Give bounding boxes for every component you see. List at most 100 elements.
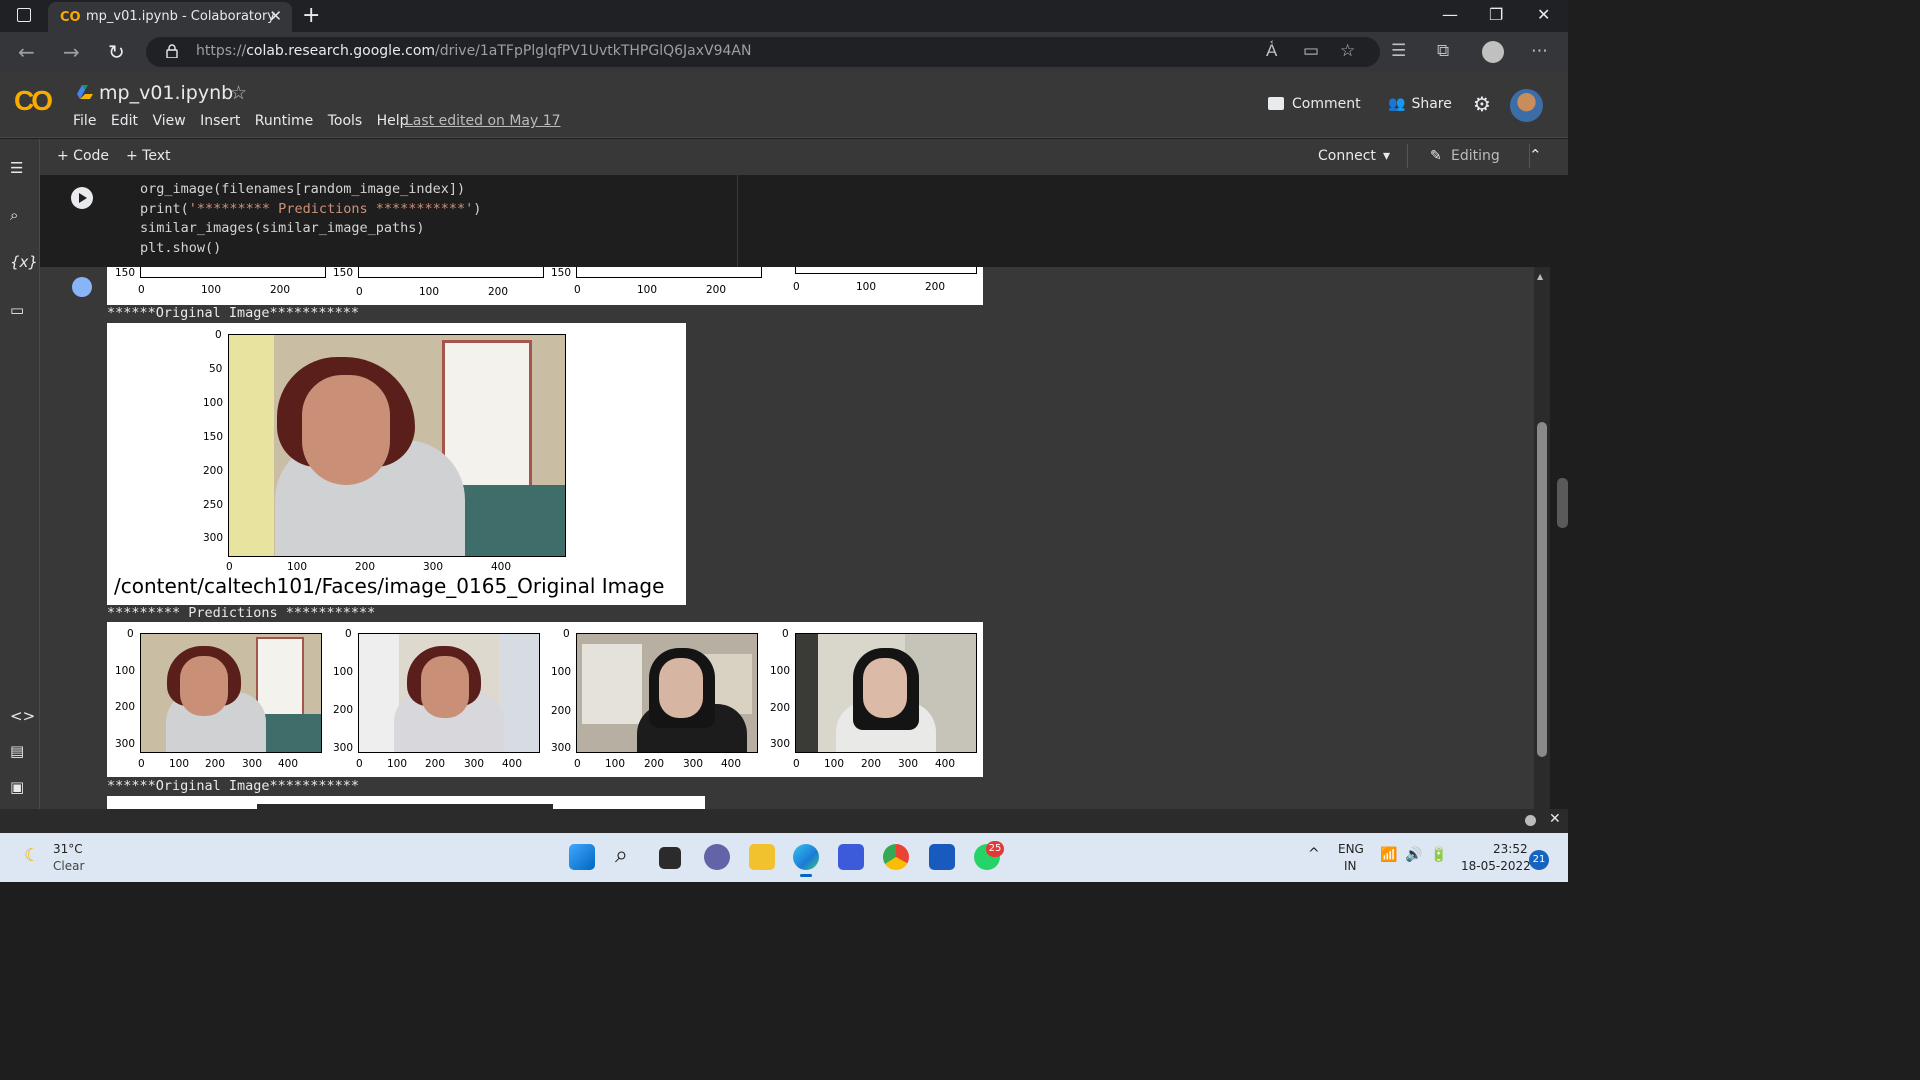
weather-desc[interactable]: Clear xyxy=(53,859,84,873)
reload-icon[interactable]: ↻ xyxy=(108,40,125,64)
add-favorite-icon[interactable]: ☆ xyxy=(1340,41,1355,61)
tab-actions-icon[interactable] xyxy=(17,8,31,22)
collections-icon[interactable]: ⧉ xyxy=(1437,41,1449,61)
y-tick: 300 xyxy=(115,738,136,750)
gear-icon[interactable]: ⚙ xyxy=(1473,92,1491,116)
terminal-icon[interactable]: ▣ xyxy=(10,778,24,796)
add-code-button[interactable]: + Code xyxy=(57,148,109,164)
search-icon[interactable]: ⌕ xyxy=(615,842,628,868)
teams-chat-icon[interactable] xyxy=(704,844,730,870)
url-field[interactable]: https://colab.research.google.com/drive/… xyxy=(146,37,1380,67)
close-tab-icon[interactable]: ✕ xyxy=(269,7,282,25)
colab-logo[interactable]: CO xyxy=(14,85,53,117)
language-indicator[interactable]: ENG xyxy=(1338,842,1364,856)
x-tick: 0 xyxy=(793,758,800,770)
read-aloud-icon[interactable]: A᷾ xyxy=(1266,41,1277,61)
new-tab-icon[interactable]: + xyxy=(302,3,320,28)
url-scheme: https:// xyxy=(196,43,247,59)
forward-icon[interactable]: → xyxy=(63,40,80,64)
comment-button[interactable]: Comment xyxy=(1268,96,1361,112)
avatar[interactable] xyxy=(1510,89,1543,122)
store-icon[interactable] xyxy=(838,844,864,870)
files-icon[interactable]: ▭ xyxy=(10,301,24,319)
output-avatar-icon xyxy=(72,277,92,297)
x-tick: 300 xyxy=(242,758,263,770)
edge-browser-icon[interactable] xyxy=(793,844,819,870)
original-image-header: ******Original Image*********** xyxy=(107,305,359,321)
predictions-header: ********* Predictions *********** xyxy=(107,605,376,621)
collapse-header-icon[interactable]: ⌃ xyxy=(1529,146,1542,164)
menu-file[interactable]: File xyxy=(73,113,96,129)
clock-date[interactable]: 18-05-2022 xyxy=(1461,859,1531,873)
tray-chevron-icon[interactable]: ^ xyxy=(1308,846,1320,862)
battery-icon[interactable]: 🔋 xyxy=(1430,847,1447,863)
x-tick: 300 xyxy=(898,758,919,770)
weather-temp[interactable]: 31°C xyxy=(53,842,83,856)
panel-resize-handle[interactable] xyxy=(1557,478,1568,528)
command-palette-icon[interactable]: ▤ xyxy=(10,742,24,760)
person-face xyxy=(659,658,703,718)
star-icon[interactable]: ☆ xyxy=(230,82,247,104)
scrollbar-thumb[interactable] xyxy=(1537,422,1547,757)
menu-help[interactable]: Help xyxy=(377,113,409,129)
run-cell-button[interactable] xyxy=(71,187,93,209)
language-region[interactable]: IN xyxy=(1344,859,1357,873)
task-view-icon[interactable] xyxy=(659,847,681,869)
add-text-button[interactable]: + Text xyxy=(126,148,171,164)
close-status-icon[interactable]: ✕ xyxy=(1549,811,1561,827)
x-tick: 200 xyxy=(644,758,665,770)
back-icon[interactable]: ← xyxy=(18,40,35,64)
clock-time[interactable]: 23:52 xyxy=(1493,842,1528,856)
notebook-name[interactable]: mp_v01.ipynb xyxy=(99,82,233,104)
x-tick: 0 xyxy=(138,758,145,770)
chevron-down-icon[interactable]: ▾ xyxy=(1383,148,1390,164)
more-options-icon[interactable]: ⋯ xyxy=(1531,41,1548,61)
tick-label: 100 xyxy=(856,281,877,293)
word-icon[interactable] xyxy=(929,844,955,870)
connect-button[interactable]: Connect xyxy=(1318,148,1376,164)
favorites-icon[interactable]: ☰ xyxy=(1391,41,1406,61)
plot-axes xyxy=(140,267,326,278)
menu-edit[interactable]: Edit xyxy=(111,113,138,129)
menu-view[interactable]: View xyxy=(152,113,185,129)
code-editor[interactable]: org_image(filenames[random_image_index])… xyxy=(140,180,481,258)
tick-label: 0 xyxy=(793,281,800,293)
x-tick: 300 xyxy=(683,758,704,770)
search-icon[interactable]: ⌕ xyxy=(10,206,18,224)
variables-icon[interactable]: {x} xyxy=(10,253,38,271)
restore-icon[interactable]: ❐ xyxy=(1489,5,1503,24)
editing-mode-button[interactable]: Editing xyxy=(1451,148,1500,164)
y-tick: 200 xyxy=(203,465,224,477)
chrome-icon[interactable] xyxy=(883,844,909,870)
immersive-reader-icon[interactable]: ▭ xyxy=(1303,41,1319,61)
x-tick: 100 xyxy=(605,758,626,770)
plot-axes xyxy=(795,267,977,274)
x-tick: 200 xyxy=(425,758,446,770)
notification-badge[interactable]: 21 xyxy=(1529,850,1549,870)
file-explorer-icon[interactable] xyxy=(749,844,775,870)
minimize-icon[interactable]: — xyxy=(1442,5,1458,24)
code-line: plt.show() xyxy=(140,239,222,256)
scroll-up-icon[interactable]: ▲ xyxy=(1537,272,1543,281)
code-line: similar_images(similar_image_paths) xyxy=(140,220,425,236)
table-of-contents-icon[interactable]: ☰ xyxy=(10,159,23,177)
menu-tools[interactable]: Tools xyxy=(328,113,363,129)
colab-favicon-icon: CO xyxy=(60,10,81,25)
tick-label: 150 xyxy=(333,267,354,279)
windows-start-icon[interactable] xyxy=(569,844,595,870)
y-tick: 0 xyxy=(345,628,352,640)
profile-icon[interactable] xyxy=(1482,41,1504,63)
code-snippets-icon[interactable]: <> xyxy=(10,707,35,725)
volume-icon[interactable]: 🔊 xyxy=(1405,847,1422,863)
last-edited-link[interactable]: Last edited on May 17 xyxy=(405,113,561,129)
tick-label: 0 xyxy=(138,284,145,296)
wifi-icon[interactable]: 📶 xyxy=(1380,847,1397,863)
browser-tab[interactable]: CO mp_v01.ipynb - Colaboratory ✕ xyxy=(48,2,292,32)
close-window-icon[interactable]: ✕ xyxy=(1537,5,1550,24)
notebook-toolbar: + Code + Text Connect ▾ ✎ Editing ⌃ xyxy=(40,139,1568,175)
menu-insert[interactable]: Insert xyxy=(200,113,240,129)
x-tick: 0 xyxy=(574,758,581,770)
menu-runtime[interactable]: Runtime xyxy=(255,113,313,129)
share-button[interactable]: 👥 Share xyxy=(1388,96,1452,112)
code-string: '********* Predictions ***********' xyxy=(188,200,474,217)
